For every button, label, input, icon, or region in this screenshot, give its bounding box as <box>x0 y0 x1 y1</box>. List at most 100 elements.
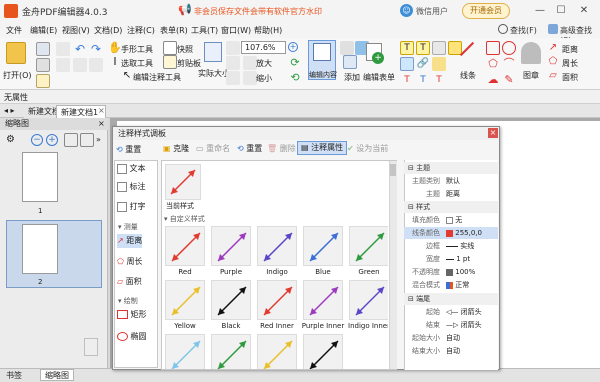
area-button[interactable]: 面积 <box>562 72 578 83</box>
squiggly-icon[interactable]: T <box>432 73 446 87</box>
prop-fill-color[interactable]: 填充颜色 无 <box>404 214 498 226</box>
stamp-button[interactable]: 图章 <box>523 70 539 81</box>
ellipse-shape-icon[interactable] <box>502 41 516 55</box>
perimeter-icon[interactable]: ⬠ <box>546 55 560 69</box>
menu-window[interactable]: 窗口(W) <box>221 25 251 36</box>
page-thumbnail-1[interactable] <box>22 152 58 202</box>
perimeter-button[interactable]: 周长 <box>562 58 578 69</box>
custom-styles-section[interactable]: ▾ 自定义样式 <box>164 214 205 224</box>
tool-callout[interactable]: 标注 <box>117 180 146 194</box>
style-swatch[interactable]: Red <box>164 226 206 280</box>
thumb-fit-icon[interactable] <box>64 133 78 147</box>
fit-page-icon[interactable] <box>226 41 240 55</box>
strike-icon[interactable]: T <box>416 73 430 87</box>
cut-icon[interactable] <box>56 42 70 56</box>
prop-start-size[interactable]: 起始大小 自动 <box>404 332 498 344</box>
style-swatch[interactable]: Yellow <box>164 280 206 334</box>
menu-comment[interactable]: 注释(C) <box>127 25 155 36</box>
maximize-button[interactable]: ☐ <box>553 4 569 18</box>
minimize-button[interactable]: — <box>532 4 548 18</box>
style-swatch[interactable] <box>164 334 206 369</box>
prop-subject[interactable]: 主题 距离 <box>404 188 498 200</box>
edit-annotation-tool-button[interactable]: 编辑注释工具 <box>133 72 181 83</box>
edit-form-button[interactable]: 编辑表单 <box>363 72 395 83</box>
highlight-icon[interactable] <box>432 57 446 71</box>
measure-section[interactable]: ▾ 测量 <box>118 222 138 232</box>
tool-perimeter[interactable]: ⬠ 周长 <box>117 255 143 269</box>
select-text-button[interactable]: 选取工具 <box>121 58 153 69</box>
search-menu[interactable]: 查找(F) <box>510 25 537 36</box>
actual-size-icon[interactable] <box>204 42 222 62</box>
undo-icon[interactable]: ↶ <box>73 42 87 56</box>
fit-width-icon[interactable] <box>226 56 240 70</box>
thumb-page-icon[interactable] <box>80 133 94 147</box>
rectangle-shape-icon[interactable] <box>486 41 500 55</box>
tab-bookmarks[interactable]: 书签 <box>6 370 22 381</box>
style-swatch[interactable] <box>210 334 252 369</box>
distance-icon[interactable]: ↗ <box>546 41 560 55</box>
redo-icon[interactable]: ↷ <box>89 42 103 56</box>
draw-section[interactable]: ▾ 绘制 <box>118 296 138 306</box>
menu-tools[interactable]: 工具(T) <box>191 25 218 36</box>
add-button[interactable]: 添加 <box>344 72 360 83</box>
tool-typewriter[interactable]: 打字 <box>117 200 146 214</box>
snapshot-button[interactable]: 快照 <box>177 44 193 55</box>
paste-icon[interactable] <box>73 58 87 72</box>
clipboard-icon[interactable] <box>163 55 177 69</box>
tool-text[interactable]: 文本 <box>117 162 146 176</box>
delete-button[interactable]: 🗑 删除 <box>267 143 296 154</box>
refresh-icon[interactable]: ⟳ <box>288 56 302 70</box>
add-text-icon[interactable] <box>340 41 354 55</box>
tab-nav-arrows[interactable]: ◂ ▸ <box>4 106 15 115</box>
copy-icon[interactable] <box>56 58 70 72</box>
select-text-icon[interactable]: I <box>108 55 122 69</box>
text-box-icon[interactable]: T <box>416 41 430 55</box>
reset-button[interactable]: ⟲ 重置 <box>237 143 262 154</box>
prop-end[interactable]: 结束 —▷ 闭箭头 <box>404 319 498 331</box>
area-icon[interactable]: ▱ <box>546 69 560 83</box>
thumbnail-options-icon[interactable]: ⚙ <box>6 133 20 147</box>
prop-border[interactable]: 边框 实线 <box>404 240 498 252</box>
pencil-shape-icon[interactable]: ✎ <box>502 73 516 87</box>
left-reset-button[interactable]: ⟲ 重置 <box>116 143 160 157</box>
watermark-notice[interactable]: 非会员保存文件会带有软件官方水印 <box>194 6 322 17</box>
set-current-button[interactable]: ✔ 设为当前 <box>347 143 388 154</box>
edit-annotation-icon[interactable]: ↖ <box>120 69 134 83</box>
menu-view[interactable]: 视图(V) <box>62 25 90 36</box>
style-swatch[interactable]: Blue <box>302 226 344 280</box>
distance-button[interactable]: 距离 <box>562 44 578 55</box>
prop-blend-mode[interactable]: 混合模式 正常 <box>404 279 498 291</box>
zoom-out-icon[interactable] <box>243 71 257 85</box>
menu-edit[interactable]: 编辑(E) <box>30 25 57 36</box>
menu-file[interactable]: 文件 <box>6 25 22 36</box>
style-swatch[interactable]: Indigo Inner <box>348 280 388 334</box>
style-swatch[interactable]: Purple <box>210 226 252 280</box>
attach-icon[interactable] <box>400 57 414 71</box>
tab-close-icon[interactable]: × <box>98 106 105 115</box>
prop-line-color[interactable]: 线条颜色 255,0,0 <box>404 227 498 239</box>
gallery-scrollbar[interactable] <box>389 161 397 369</box>
user-avatar-icon[interactable]: ☺ <box>400 4 413 17</box>
menu-document[interactable]: 文档(D) <box>94 25 122 36</box>
user-name[interactable]: 微信用户 <box>416 6 448 17</box>
style-swatch[interactable]: Purple Inner <box>302 280 344 334</box>
style-swatch[interactable] <box>256 334 298 369</box>
zoom-in-icon[interactable]: + <box>288 42 298 52</box>
snapshot-icon[interactable] <box>163 41 177 55</box>
line-tool-button[interactable]: 线条 <box>460 70 476 81</box>
panel-close-icon[interactable]: × <box>98 119 105 128</box>
print-icon[interactable] <box>36 58 50 72</box>
rename-button[interactable]: ▭ 重命名 <box>196 143 230 154</box>
zoom-level-input[interactable]: 107.6% <box>241 41 286 54</box>
hand-tool-button[interactable]: 手形工具 <box>121 44 153 55</box>
style-swatch[interactable]: Black <box>210 280 252 334</box>
thumb-zoom-out-icon[interactable]: − <box>31 134 43 146</box>
polyline-shape-icon[interactable]: ⌒ <box>502 57 516 71</box>
gallery-scroll-thumb[interactable] <box>390 164 396 176</box>
props-section-style[interactable]: ⊟ 样式 <box>404 201 498 213</box>
open-folder-icon[interactable] <box>6 42 26 64</box>
dialog-close-button[interactable]: × <box>488 128 498 138</box>
more-options-icon[interactable]: » <box>96 135 101 144</box>
link-icon[interactable]: 🔗 <box>416 57 430 71</box>
add-icon[interactable] <box>343 55 357 69</box>
